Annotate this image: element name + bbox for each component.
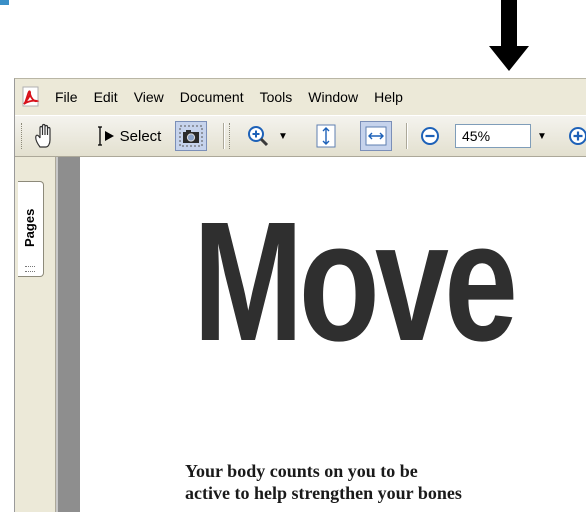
document-title: Move bbox=[193, 187, 518, 377]
menu-bar: File Edit View Document Tools Window Hel… bbox=[15, 79, 586, 114]
camera-icon bbox=[179, 125, 203, 147]
magnifier-zoom-in-icon bbox=[248, 126, 269, 147]
menu-document[interactable]: Document bbox=[172, 89, 252, 105]
subtitle-line-2: active to help strengthen your bones bbox=[185, 483, 462, 503]
text-cursor-icon bbox=[97, 126, 114, 146]
toolbar: Select ▼ 45% ▼ bbox=[15, 115, 586, 157]
down-arrow-annotation bbox=[489, 0, 529, 71]
fit-width-button[interactable] bbox=[360, 121, 392, 151]
fit-page-button[interactable] bbox=[310, 116, 342, 156]
document-subtitle: Your body counts on you to be active to … bbox=[185, 460, 586, 504]
menu-window[interactable]: Window bbox=[300, 89, 366, 105]
subtitle-line-1: Your body counts on you to be bbox=[185, 461, 418, 481]
document-page: Move Your body counts on you to be activ… bbox=[80, 157, 586, 512]
menu-tools[interactable]: Tools bbox=[252, 89, 301, 105]
menu-view[interactable]: View bbox=[126, 89, 172, 105]
minus-circle-icon bbox=[421, 127, 439, 145]
hand-tool-button[interactable] bbox=[29, 116, 61, 156]
zoom-level-dropdown[interactable]: ▼ bbox=[535, 116, 549, 156]
pages-tab-label: Pages bbox=[22, 208, 37, 248]
fit-page-icon bbox=[316, 124, 336, 148]
pdf-app-icon bbox=[19, 85, 43, 109]
menu-help[interactable]: Help bbox=[366, 89, 411, 105]
zoom-in-tool-button[interactable] bbox=[241, 116, 275, 156]
plus-circle-icon bbox=[569, 127, 586, 145]
page-gutter bbox=[56, 157, 82, 512]
zoom-out-button[interactable] bbox=[415, 116, 445, 156]
toolbar-grip[interactable] bbox=[229, 123, 233, 149]
hand-tool-icon bbox=[35, 123, 51, 148]
snapshot-tool-button[interactable] bbox=[175, 121, 207, 151]
fit-width-icon bbox=[365, 126, 387, 146]
toolbar-separator bbox=[223, 123, 225, 149]
toolbar-grip[interactable] bbox=[21, 123, 25, 149]
toolbar-separator bbox=[406, 123, 408, 149]
acrobat-window: File Edit View Document Tools Window Hel… bbox=[14, 78, 586, 512]
zoom-in-button[interactable] bbox=[563, 116, 586, 156]
tab-grip bbox=[25, 266, 35, 272]
zoom-level-input[interactable]: 45% bbox=[455, 124, 531, 148]
navigation-panel: Pages bbox=[15, 157, 56, 512]
menu-edit[interactable]: Edit bbox=[86, 89, 126, 105]
menu-file[interactable]: File bbox=[47, 89, 86, 105]
pages-tab[interactable]: Pages bbox=[18, 181, 44, 277]
corner-accent bbox=[0, 0, 9, 5]
select-label: Select bbox=[119, 127, 162, 145]
select-tool-button[interactable]: Select bbox=[87, 116, 169, 156]
zoom-tool-dropdown[interactable]: ▼ bbox=[277, 116, 289, 156]
